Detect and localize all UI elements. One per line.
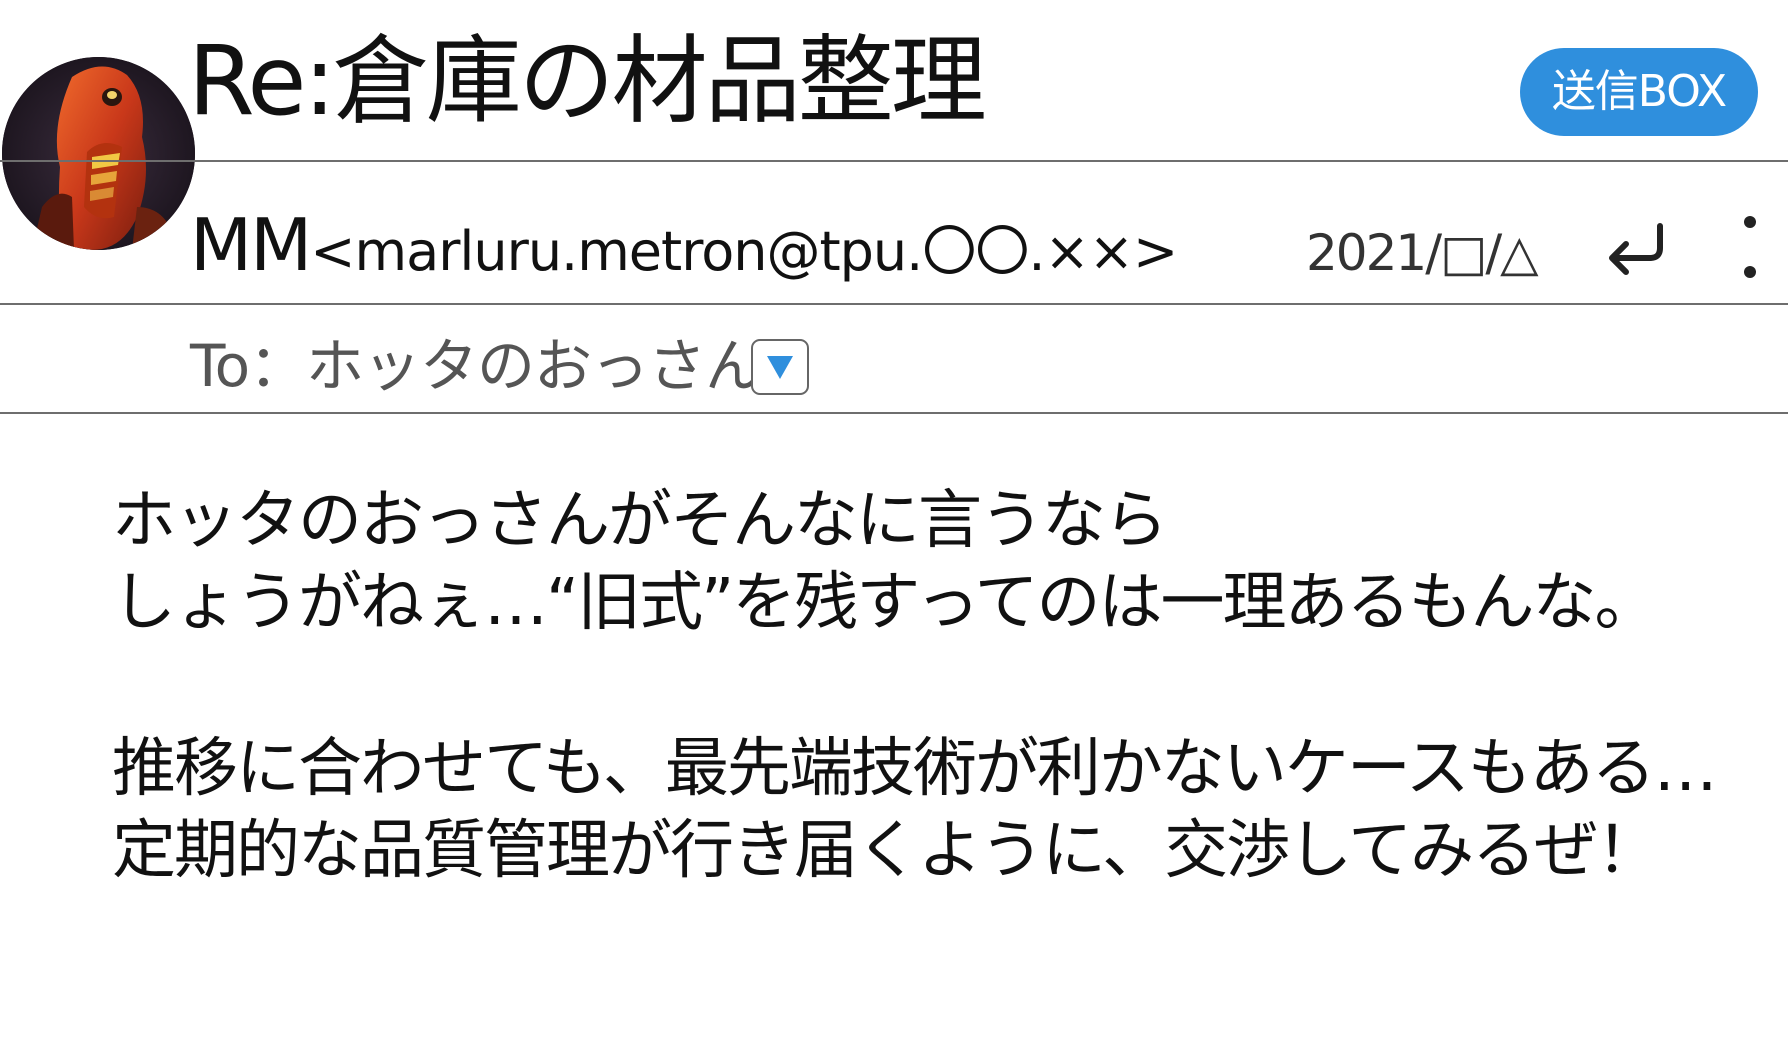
email-subject: Re:倉庫の材品整理 — [188, 25, 987, 137]
triangle-down-icon — [767, 356, 793, 379]
sender-name: MM — [190, 203, 312, 287]
sender-divider — [0, 303, 1788, 305]
recipient-divider — [0, 412, 1788, 414]
message-body: ホッタのおっさんがそんなに言うなら しょうがねぇ…“旧式”を残すってのは一理ある… — [112, 480, 1752, 892]
sender-email: <marluru.metron@tpu.〇〇.××> — [310, 220, 1178, 283]
body-line: 定期的な品質管理が行き届くように、交渉してみるぜ！ — [112, 814, 1660, 888]
sender-avatar[interactable] — [2, 57, 195, 250]
reply-icon[interactable] — [1600, 218, 1670, 280]
more-vertical-icon[interactable] — [1730, 212, 1770, 286]
message-date: 2021/□/△ — [1306, 224, 1539, 282]
sender-line: MM<marluru.metron@tpu.〇〇.××> — [190, 200, 1178, 310]
header-divider — [0, 160, 1788, 162]
sent-box-badge[interactable]: 送信BOX — [1520, 48, 1758, 136]
recipient-line: To：ホッタのおっさん — [190, 332, 763, 400]
body-line: 推移に合わせても、最先端技術が利かないケースもある… — [112, 732, 1718, 806]
recipient-dropdown-button[interactable] — [751, 339, 809, 395]
body-line: しょうがねぇ…“旧式”を残すってのは一理あるもんな。 — [112, 566, 1659, 640]
email-view: Re:倉庫の材品整理 送信BOX MM<marluru.metron@tpu.〇… — [0, 0, 1788, 1037]
body-line: ホッタのおっさんがそんなに言うなら — [112, 484, 1168, 558]
avatar-image — [2, 57, 195, 250]
